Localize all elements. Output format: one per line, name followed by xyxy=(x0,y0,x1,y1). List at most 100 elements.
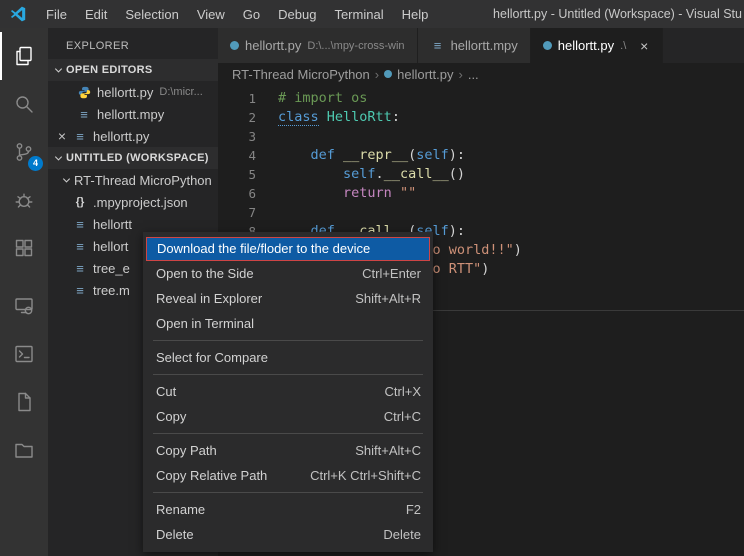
json-file-icon: {} xyxy=(72,196,88,208)
folder-icon[interactable] xyxy=(0,426,48,474)
code-line: 6 return "" xyxy=(218,184,744,203)
open-editor-label: hellortt.py xyxy=(97,85,153,100)
menu-item-shortcut: Ctrl+X xyxy=(385,379,421,404)
tree-file-label: tree_e xyxy=(93,261,130,276)
menu-debug[interactable]: Debug xyxy=(269,7,325,22)
tab-label: hellortt.mpy xyxy=(451,38,518,53)
menu-item-label: Reveal in Explorer xyxy=(156,286,262,311)
code-text: # import os xyxy=(278,89,367,108)
context-menu-item[interactable]: Reveal in Explorer Shift+Alt+R xyxy=(143,286,433,311)
breadcrumb-symbol[interactable]: ... xyxy=(468,67,479,82)
search-icon[interactable] xyxy=(0,80,48,128)
menu-separator xyxy=(153,433,423,434)
close-icon[interactable]: × xyxy=(636,38,652,54)
tab-hellortt-py-2[interactable]: hellortt.py .\ × xyxy=(531,28,664,63)
code-line: 5 self.__call__() xyxy=(218,165,744,184)
source-control-badge: 4 xyxy=(28,156,43,171)
code-line: 4 def __repr__(self): xyxy=(218,146,744,165)
context-menu-item[interactable]: Rename F2 xyxy=(143,497,433,522)
menu-item-label: Open in Terminal xyxy=(156,311,254,336)
menu-item-shortcut: Ctrl+Enter xyxy=(362,261,421,286)
menu-item-shortcut: Shift+Alt+R xyxy=(355,286,421,311)
file-list-icon: ≡ xyxy=(72,239,88,254)
sidebar-title: EXPLORER xyxy=(48,28,218,59)
context-menu-item[interactable]: Copy Relative Path Ctrl+K Ctrl+Shift+C xyxy=(143,463,433,488)
menu-terminal[interactable]: Terminal xyxy=(325,7,392,22)
context-menu-item[interactable]: Open to the Side Ctrl+Enter xyxy=(143,261,433,286)
tree-file-label: hellortt xyxy=(93,217,132,232)
tree-folder-rt-thread[interactable]: RT-Thread MicroPython xyxy=(48,169,218,191)
line-number: 7 xyxy=(218,203,278,222)
open-editor-item[interactable]: ≡ hellortt.mpy xyxy=(48,103,218,125)
extensions-icon[interactable] xyxy=(0,224,48,272)
breadcrumb-separator: › xyxy=(375,67,379,82)
code-line: 2class HelloRtt: xyxy=(218,108,744,127)
context-menu-item[interactable]: Select for Compare xyxy=(143,345,433,370)
menu-item-shortcut: Delete xyxy=(383,522,421,547)
menu-bar: FileEditSelectionViewGoDebugTerminalHelp xyxy=(37,7,437,22)
line-number: 5 xyxy=(218,165,278,184)
tab-label: hellortt.py xyxy=(558,38,614,53)
context-menu-item[interactable]: CutCtrl+X xyxy=(143,379,433,404)
file-dot-icon xyxy=(384,70,392,78)
file-dot-icon xyxy=(543,41,552,50)
open-editor-item[interactable]: ×≡hellortt.py xyxy=(48,125,218,147)
context-menu-item[interactable]: CopyCtrl+C xyxy=(143,404,433,429)
open-editor-label: hellortt.mpy xyxy=(97,107,164,122)
file-list-icon: ≡ xyxy=(430,38,446,53)
tree-file-item[interactable]: {}.mpyproject.json xyxy=(48,191,218,213)
menu-file[interactable]: File xyxy=(37,7,76,22)
menu-item-label: Copy Relative Path xyxy=(156,463,267,488)
menu-item-label: Rename xyxy=(156,497,205,522)
tab-path: D:\...\mpy-cross-win xyxy=(307,40,404,52)
tree-file-label: tree.m xyxy=(93,283,130,298)
line-number: 6 xyxy=(218,184,278,203)
menu-item-label: Open to the Side xyxy=(156,261,254,286)
menu-item-label: Select for Compare xyxy=(156,345,268,370)
open-editors-header[interactable]: OPEN EDITORS xyxy=(48,59,218,81)
tab-hellortt-py-0[interactable]: hellortt.py D:\...\mpy-cross-win xyxy=(218,28,418,63)
breadcrumb: RT-Thread MicroPython › hellortt.py › ..… xyxy=(218,63,744,85)
output-file-icon[interactable] xyxy=(0,378,48,426)
file-list-icon: ≡ xyxy=(72,217,88,232)
menu-view[interactable]: View xyxy=(188,7,234,22)
context-menu: Download the file/floder to the deviceOp… xyxy=(143,232,433,552)
menu-help[interactable]: Help xyxy=(393,7,438,22)
remote-device-icon[interactable] xyxy=(0,282,48,330)
menu-item-shortcut: F2 xyxy=(406,497,421,522)
file-list-icon: ≡ xyxy=(76,107,92,122)
menu-selection[interactable]: Selection xyxy=(116,7,187,22)
context-menu-item[interactable]: Copy PathShift+Alt+C xyxy=(143,438,433,463)
debug-icon[interactable] xyxy=(0,176,48,224)
menu-go[interactable]: Go xyxy=(234,7,269,22)
source-control-icon[interactable]: 4 xyxy=(0,128,48,176)
menu-separator xyxy=(153,492,423,493)
tab-hellortt-mpy-1[interactable]: ≡ hellortt.mpy xyxy=(418,28,531,63)
tab-path: .\ xyxy=(620,40,626,52)
explorer-icon[interactable] xyxy=(0,32,48,80)
context-menu-item[interactable]: Open in Terminal xyxy=(143,311,433,336)
terminal-box-icon[interactable] xyxy=(0,330,48,378)
context-menu-item[interactable]: Delete Delete xyxy=(143,522,433,547)
breadcrumb-file[interactable]: hellortt.py xyxy=(397,67,453,82)
close-icon[interactable]: × xyxy=(54,128,70,144)
context-menu-item[interactable]: Download the file/floder to the device xyxy=(146,237,430,261)
menu-item-label: Copy xyxy=(156,404,186,429)
menu-item-shortcut: Shift+Alt+C xyxy=(355,438,421,463)
code-text: class HelloRtt: xyxy=(278,108,400,127)
file-list-icon: ≡ xyxy=(72,261,88,276)
breadcrumb-folder[interactable]: RT-Thread MicroPython xyxy=(232,67,370,82)
menu-edit[interactable]: Edit xyxy=(76,7,116,22)
vscode-window: FileEditSelectionViewGoDebugTerminalHelp… xyxy=(0,0,744,556)
open-editor-item[interactable]: hellortt.pyD:\micr... xyxy=(48,81,218,103)
chevron-down-icon xyxy=(58,175,74,186)
line-number: 1 xyxy=(218,89,278,108)
menu-item-label: Delete xyxy=(156,522,194,547)
workspace-header[interactable]: UNTITLED (WORKSPACE) xyxy=(48,147,218,169)
tab-label: hellortt.py xyxy=(245,38,301,53)
menu-item-shortcut: Ctrl+K Ctrl+Shift+C xyxy=(310,463,421,488)
title-bar: FileEditSelectionViewGoDebugTerminalHelp… xyxy=(0,0,744,28)
tree-file-label: hellort xyxy=(93,239,128,254)
code-line: 3 xyxy=(218,127,744,146)
code-line: 1# import os xyxy=(218,89,744,108)
